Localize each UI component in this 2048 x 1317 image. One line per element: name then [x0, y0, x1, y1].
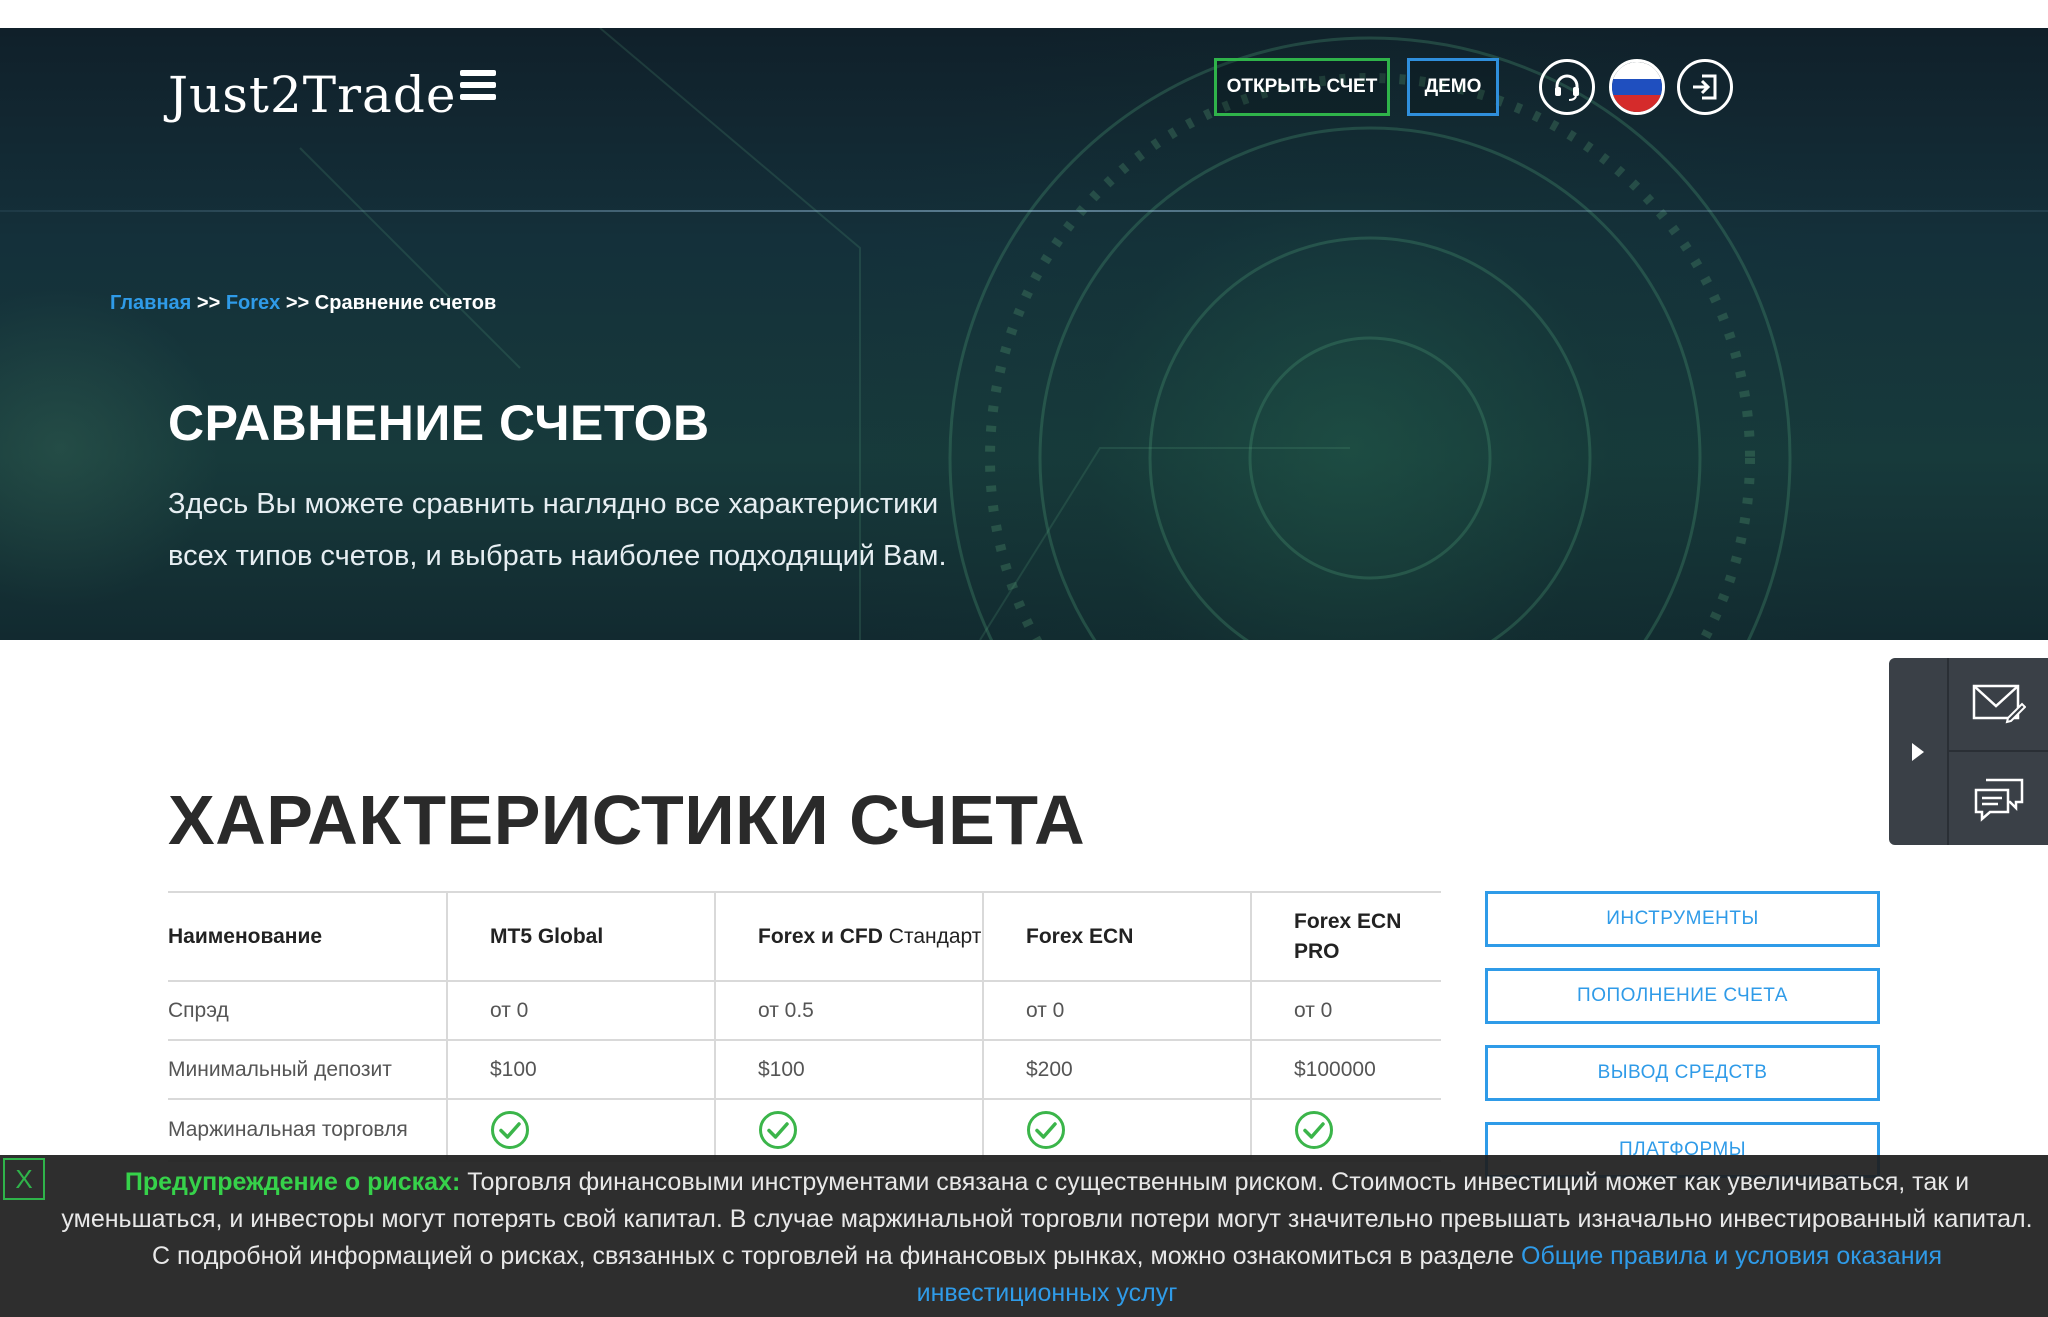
page-subtitle: Здесь Вы можете сравнить наглядно все ха… [168, 488, 947, 572]
chat-bubbles-icon [1974, 778, 2023, 822]
table-cell: $100 [446, 1040, 715, 1100]
site-logo[interactable]: Just2Trade [168, 66, 456, 124]
table-cell: от 0 [982, 981, 1251, 1041]
risk-warning-label: Предупреждение о рисках: [124, 1168, 461, 1196]
open-account-button[interactable]: ОТКРЫТЬ СЧЕТ [1214, 58, 1390, 116]
breadcrumb-separator: >> [196, 292, 221, 314]
table-cell [1250, 1099, 1441, 1162]
account-comparison-table: Наименование MT5 Global Forex и CFD Стан… [168, 891, 1441, 1162]
check-circle-icon [1027, 1111, 1065, 1149]
table-cell [714, 1099, 983, 1162]
header-light-part: Стандарт [882, 924, 982, 948]
table-cell: $100000 [1250, 1040, 1441, 1100]
breadcrumb-current: Сравнение счетов [314, 292, 497, 314]
table-cell [982, 1099, 1251, 1162]
breadcrumb-separator: >> [285, 292, 310, 314]
language-switcher[interactable] [1609, 59, 1665, 115]
table-cell: $200 [982, 1040, 1251, 1100]
caret-right-icon [1912, 742, 1924, 761]
hero-banner: Just2Trade ОТКРЫТЬ СЧЕТ ДЕМО Главная >> … [0, 28, 2048, 640]
login-button[interactable] [1677, 59, 1733, 115]
table-cell [446, 1099, 715, 1162]
row-label: Спрэд [168, 981, 447, 1041]
page-title: СРАВНЕНИЕ СЧЕТОВ [168, 395, 710, 451]
close-risk-banner-button[interactable]: X [3, 1158, 45, 1200]
panel-toggle-button[interactable] [1889, 658, 1947, 845]
withdraw-button[interactable]: ВЫВОД СРЕДСТВ [1485, 1045, 1880, 1101]
mail-edit-icon [1972, 684, 2026, 724]
hamburger-menu-icon[interactable] [460, 70, 496, 104]
table-row: Спрэд от 0 от 0.5 от 0 от 0 [168, 981, 1441, 1041]
chat-button[interactable] [1949, 752, 2048, 845]
breadcrumb-home-link[interactable]: Главная [110, 292, 191, 314]
table-header-mt5-global: MT5 Global [446, 891, 715, 982]
login-icon [1693, 74, 1717, 100]
instruments-button[interactable]: ИНСТРУМЕНТЫ [1485, 891, 1880, 947]
breadcrumb: Главная >> Forex >> Сравнение счетов [110, 292, 496, 315]
email-button[interactable] [1949, 658, 2048, 750]
table-header-row: Наименование MT5 Global Forex и CFD Стан… [168, 891, 1441, 982]
table-header-name: Наименование [168, 891, 447, 982]
table-cell: от 0 [1250, 981, 1441, 1041]
section-title: ХАРАКТЕРИСТИКИ СЧЕТА [168, 781, 1086, 859]
table-row: Минимальный депозит $100 $100 $200 $1000… [168, 1040, 1441, 1100]
table-header-forex-cfd-standard: Forex и CFD Стандарт [714, 891, 983, 982]
russian-flag-icon [1612, 62, 1662, 112]
risk-warning-text: Предупреждение о рисках: Торговля финанс… [56, 1164, 2038, 1312]
table-header-forex-ecn: Forex ECN [982, 891, 1251, 982]
row-label: Маржинальная торговля [168, 1099, 447, 1162]
support-button[interactable] [1539, 59, 1595, 115]
breadcrumb-forex-link[interactable]: Forex [226, 292, 280, 314]
hero-divider-line [0, 210, 2048, 212]
header-bold-part: Forex и CFD [758, 924, 883, 948]
demo-button[interactable]: ДЕМО [1407, 58, 1499, 116]
table-row: Маржинальная торговля [168, 1099, 1441, 1162]
table-cell: от 0.5 [714, 981, 983, 1041]
floating-contact-panel [1889, 658, 2048, 845]
check-circle-icon [759, 1111, 797, 1149]
risk-warning-banner: X Предупреждение о рисках: Торговля фина… [0, 1155, 2048, 1317]
row-label: Минимальный депозит [168, 1040, 447, 1100]
check-circle-icon [1295, 1111, 1333, 1149]
table-cell: $100 [714, 1040, 983, 1100]
table-cell: от 0 [446, 981, 715, 1041]
table-header-forex-ecn-pro: Forex ECN PRO [1250, 891, 1441, 982]
deposit-button[interactable]: ПОПОЛНЕНИЕ СЧЕТА [1485, 968, 1880, 1024]
headset-icon [1555, 74, 1579, 101]
check-circle-icon [491, 1111, 529, 1149]
